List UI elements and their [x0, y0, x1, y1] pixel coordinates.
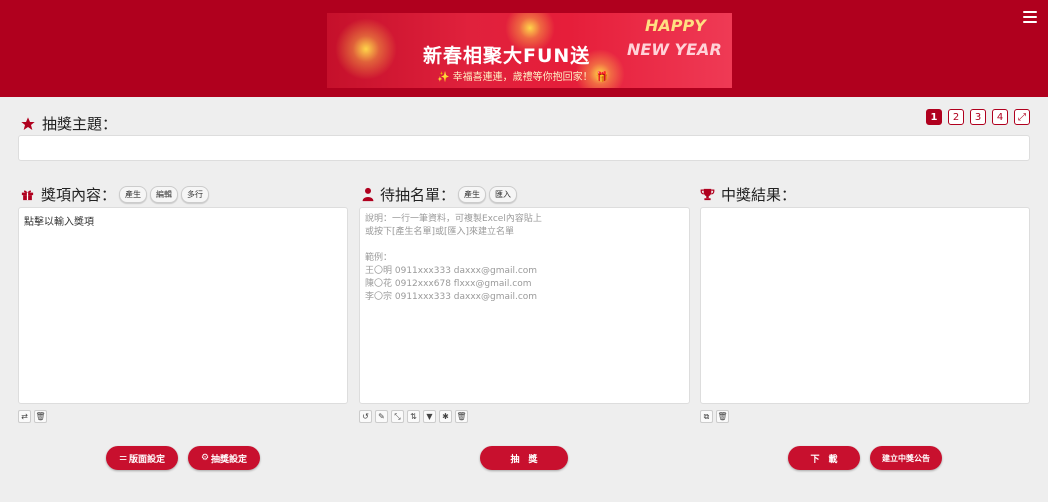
prizes-heading: 獎項內容： 產生 編輯 多行 [20, 184, 210, 205]
prizes-edit-button[interactable]: 編輯 [150, 186, 179, 203]
draw-button[interactable]: 抽 獎 [480, 446, 568, 470]
undo-icon[interactable]: ↺ [359, 410, 372, 423]
page-3-button[interactable]: 3 [970, 109, 986, 125]
theme-label: 抽獎主題： [42, 115, 118, 133]
candidates-label: 待抽名單： [380, 186, 456, 204]
trash-icon[interactable]: 🗑 [34, 410, 47, 423]
hint-line: 李〇宗 0911xxx333 daxxx@gmail.com [365, 292, 538, 302]
results-toolbar: ⧉ 🗑 [700, 410, 729, 423]
copy-icon[interactable]: ⧉ [700, 410, 713, 423]
hint-line [365, 239, 684, 252]
draw-settings-button[interactable]: ⚙ 抽獎設定 [188, 446, 260, 470]
prizes-generate-button[interactable]: 產生 [119, 186, 148, 203]
banner-happy: HAPPY [645, 16, 706, 35]
sort-icon[interactable]: ⇅ [407, 410, 420, 423]
prizes-multiline-button[interactable]: 多行 [181, 186, 210, 203]
download-button[interactable]: 下 載 [788, 446, 860, 470]
banner-new-year: NEW YEAR [627, 40, 722, 59]
page-selector: 1 2 3 4 ⤢ [926, 109, 1030, 125]
banner-subtitle: ✨ 幸福喜連連，歲禮等你抱回家！ 🎁 [437, 72, 609, 83]
top-header: 新春相聚大FUN送 ✨ 幸福喜連連，歲禮等你抱回家！ 🎁 HAPPY NEW Y… [0, 0, 1048, 97]
candidates-textarea[interactable]: 說明：一行一筆資料，可複製Excel內容貼上 或按下[產生名單]或[匯入]來建立… [359, 207, 690, 404]
results-textarea[interactable] [700, 207, 1030, 404]
candidates-generate-button[interactable]: 產生 [458, 186, 487, 203]
layout-settings-label: 版面設定 [129, 454, 166, 465]
trophy-icon [700, 187, 715, 202]
gift-icon [20, 187, 35, 202]
filter-icon[interactable]: ▼ [423, 410, 436, 423]
page-2-button[interactable]: 2 [948, 109, 964, 125]
candidates-heading: 待抽名單： 產生 匯入 [362, 184, 518, 205]
trash-icon[interactable]: 🗑 [455, 410, 468, 423]
hint-line: 範例： [365, 253, 393, 263]
banner-title: 新春相聚大FUN送 [423, 45, 591, 67]
page-4-button[interactable]: 4 [992, 109, 1008, 125]
sliders-icon: ⚌ [118, 453, 128, 463]
magic-wand-icon[interactable]: ✎ [375, 410, 388, 423]
hint-line: 說明：一行一筆資料，可複製Excel內容貼上 [365, 214, 542, 224]
trash-icon[interactable]: 🗑 [716, 410, 729, 423]
results-heading: 中獎結果： [700, 184, 796, 205]
results-label: 中獎結果： [721, 186, 797, 204]
swap-icon[interactable]: ⇄ [18, 410, 31, 423]
firework-decoration [335, 18, 397, 80]
hamburger-menu-icon[interactable] [1023, 11, 1037, 23]
theme-heading: 抽獎主題： [20, 113, 117, 134]
theme-input[interactable] [18, 135, 1030, 161]
star-icon [20, 116, 36, 132]
candidates-import-button[interactable]: 匯入 [489, 186, 518, 203]
draw-settings-label: 抽獎設定 [211, 454, 248, 465]
page-1-button[interactable]: 1 [926, 109, 942, 125]
prizes-label: 獎項內容： [41, 186, 117, 204]
gear-icon: ⚙ [200, 453, 210, 463]
fullscreen-icon[interactable]: ⤢ [1014, 109, 1030, 125]
hint-line: 陳〇花 0912xxx678 flxxx@gmail.com [365, 279, 532, 289]
prizes-textarea[interactable]: 點擊以輸入獎項 [18, 207, 348, 404]
new-year-banner: 新春相聚大FUN送 ✨ 幸福喜連連，歲禮等你抱回家！ 🎁 HAPPY NEW Y… [327, 13, 732, 88]
prizes-placeholder: 點擊以輸入獎項 [24, 217, 94, 228]
prizes-toolbar: ⇄ 🗑 [18, 410, 47, 423]
compress-icon[interactable]: ⤡ [391, 410, 404, 423]
hint-line: 或按下[產生名單]或[匯入]來建立名單 [365, 227, 515, 237]
candidates-toolbar: ↺ ✎ ⤡ ⇅ ▼ ✱ 🗑 [359, 410, 468, 423]
user-icon [362, 187, 374, 202]
hint-line: 王〇明 0911xxx333 daxxx@gmail.com [365, 266, 538, 276]
asterisk-icon[interactable]: ✱ [439, 410, 452, 423]
layout-settings-button[interactable]: ⚌ 版面設定 [106, 446, 178, 470]
create-announcement-button[interactable]: 建立中獎公告 [870, 446, 942, 470]
